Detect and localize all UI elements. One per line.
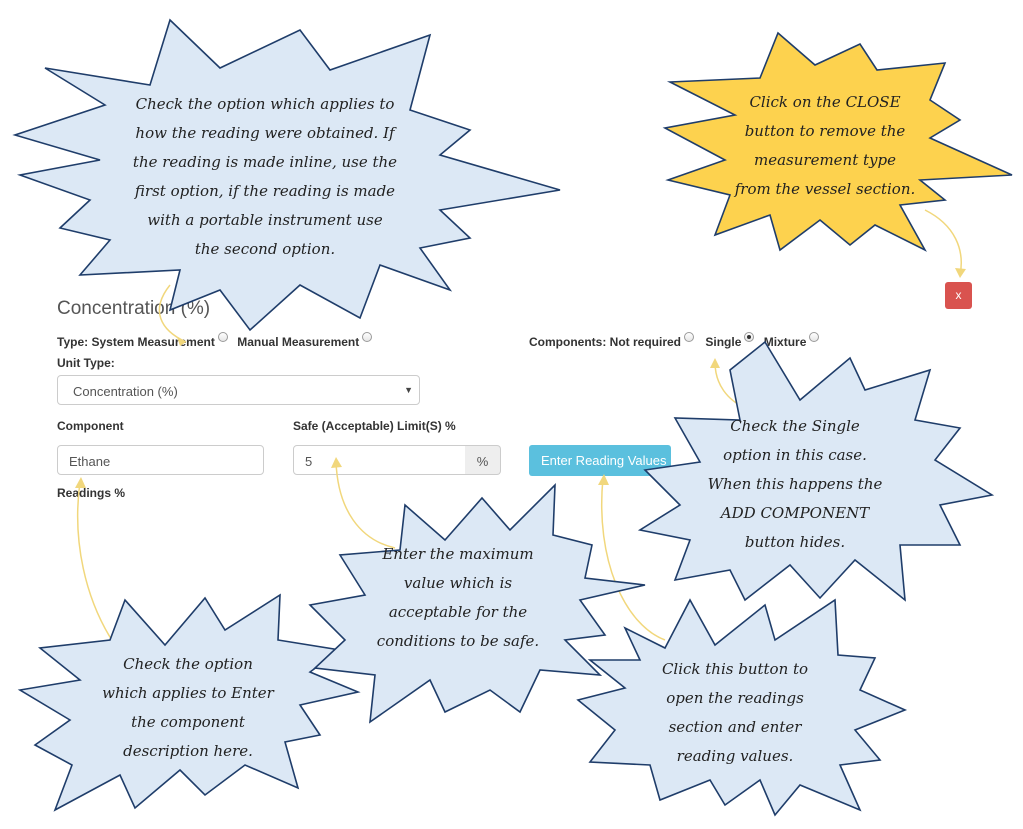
- callout-max-value-text: Enter the maximum value which is accepta…: [376, 545, 540, 650]
- arrowhead-component: [75, 477, 86, 488]
- callout-component-text: Check the option which applies to Enter …: [102, 655, 274, 760]
- callout-reading-method-text: Check the option which applies to how th…: [132, 95, 398, 258]
- callout-single-text: Check the Single option in this case. Wh…: [707, 417, 883, 551]
- pointer-arrow-component: [76, 481, 116, 646]
- arrowhead-enter-button: [598, 474, 609, 485]
- arrowhead-reading-method: [177, 337, 186, 346]
- callout-enter-button-text: Click this button to open the readings s…: [661, 660, 809, 765]
- arrowhead-max-value: [331, 457, 342, 468]
- arrowhead-close: [955, 268, 966, 278]
- callout-close-text: Click on the CLOSE button to remove the …: [734, 93, 916, 198]
- pointer-arrow-close: [924, 209, 962, 276]
- pointer-arrow-max-value: [335, 461, 396, 549]
- arrowhead-single: [710, 358, 720, 368]
- pointer-arrow-enter-button: [601, 477, 666, 641]
